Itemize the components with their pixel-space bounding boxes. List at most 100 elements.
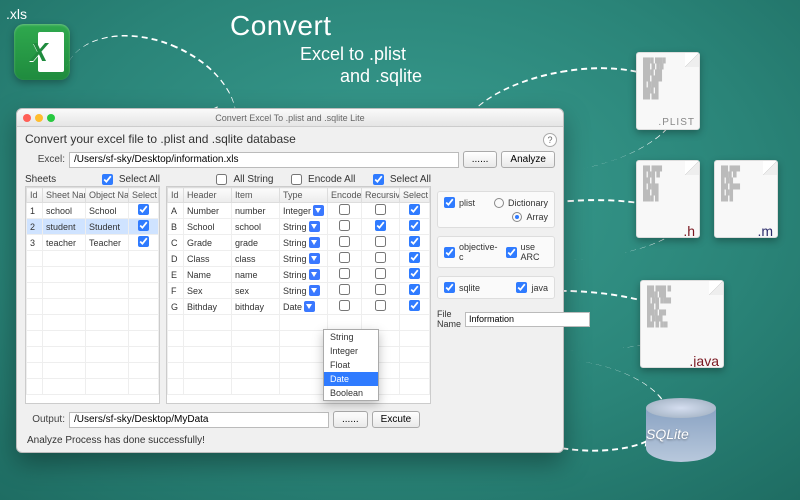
java-checkbox[interactable] (516, 282, 527, 293)
col-select[interactable]: Select (129, 188, 159, 203)
type-dropdown-toggle[interactable] (304, 301, 315, 312)
help-icon[interactable]: ? (543, 133, 557, 147)
promo-subhead-2: and .sqlite (340, 66, 422, 87)
app-window: Convert Excel To .plist and .sqlite Lite… (16, 108, 564, 453)
recursive-checkbox[interactable] (375, 268, 386, 279)
minimize-icon[interactable] (35, 114, 43, 122)
headers-select-all-checkbox[interactable] (373, 174, 384, 185)
objc-option-group: objective-c use ARC (437, 236, 555, 268)
page-subtitle: Convert your excel file to .plist and .s… (17, 127, 563, 148)
table-row[interactable]: CGradegrade String (168, 235, 430, 251)
row-select-checkbox[interactable] (409, 268, 420, 279)
recursive-checkbox[interactable] (375, 220, 386, 231)
hcol-id[interactable]: Id (168, 188, 184, 203)
headers-table: Id Header Item Type Encode Recursive Sel… (166, 186, 431, 404)
recursive-checkbox[interactable] (375, 284, 386, 295)
col-id[interactable]: Id (27, 188, 43, 203)
encode-checkbox[interactable] (339, 220, 350, 231)
type-menu-item[interactable]: Integer (324, 344, 378, 358)
type-menu-item[interactable]: Boolean (324, 386, 378, 400)
recursive-checkbox[interactable] (375, 236, 386, 247)
row-select-checkbox[interactable] (409, 252, 420, 263)
promo-headline: Convert (230, 10, 332, 42)
sqlite-checkbox[interactable] (444, 282, 455, 293)
plist-dictionary-label: Dictionary (508, 198, 548, 208)
encode-checkbox[interactable] (339, 284, 350, 295)
encode-checkbox[interactable] (339, 268, 350, 279)
hcol-type[interactable]: Type (280, 188, 328, 203)
type-menu-item[interactable]: String (324, 330, 378, 344)
row-select-checkbox[interactable] (409, 236, 420, 247)
hcol-recursive[interactable]: Recursive (362, 188, 400, 203)
row-select-checkbox[interactable] (409, 284, 420, 295)
row-select-checkbox[interactable] (409, 220, 420, 231)
type-dropdown-toggle[interactable] (309, 253, 320, 264)
plist-file-icon: ███ █████ █ █████ ████ ████ ██████ ███ █… (636, 52, 700, 130)
output-path-input[interactable] (69, 412, 329, 428)
hcol-select[interactable]: Select (400, 188, 430, 203)
row-select-checkbox[interactable] (138, 236, 149, 247)
table-row[interactable]: 3teacherTeacher (27, 235, 159, 251)
use-arc-checkbox[interactable] (506, 247, 517, 258)
table-row[interactable]: ANumbernumber Integer (168, 203, 430, 219)
recursive-checkbox[interactable] (375, 204, 386, 215)
table-row[interactable]: ENamename String (168, 267, 430, 283)
sheets-section-title: Sheets (25, 174, 56, 185)
hcol-header[interactable]: Header (184, 188, 232, 203)
encode-checkbox[interactable] (339, 300, 350, 311)
encode-all-checkbox[interactable] (291, 174, 302, 185)
analyze-button[interactable]: Analyze (501, 151, 555, 168)
zoom-icon[interactable] (47, 114, 55, 122)
plist-checkbox[interactable] (444, 197, 455, 208)
output-path-label: Output: (25, 414, 65, 425)
type-dropdown-menu[interactable]: StringIntegerFloatDateBoolean (323, 329, 379, 401)
window-titlebar: Convert Excel To .plist and .sqlite Lite (17, 109, 563, 127)
table-row[interactable]: FSexsex String (168, 283, 430, 299)
plist-dictionary-radio[interactable] (494, 198, 504, 208)
type-dropdown-toggle[interactable] (309, 221, 320, 232)
execute-button[interactable]: Excute (372, 411, 421, 428)
table-row[interactable]: DClassclass String (168, 251, 430, 267)
encode-all-label: Encode All (308, 174, 355, 185)
hcol-encode[interactable]: Encode (328, 188, 362, 203)
excel-path-label: Excel: (25, 154, 65, 165)
col-sheet-name[interactable]: Sheet Name (43, 188, 86, 203)
table-row[interactable]: BSchoolschool String (168, 219, 430, 235)
encode-checkbox[interactable] (339, 236, 350, 247)
xls-extension-label: .xls (6, 6, 27, 22)
recursive-checkbox[interactable] (375, 252, 386, 263)
row-select-checkbox[interactable] (409, 204, 420, 215)
java-file-icon: ██ ███ ████ ███ ██ █████ ████ ███ █████ … (640, 280, 724, 368)
filename-input[interactable] (465, 312, 590, 327)
row-select-checkbox[interactable] (138, 220, 149, 231)
hcol-item[interactable]: Item (232, 188, 280, 203)
col-object-name[interactable]: Object Name (86, 188, 129, 203)
java-label: java (531, 283, 548, 293)
h-file-icon: ██ ████ ██ ███ ██ █████ █████ █ .h (636, 160, 700, 238)
type-dropdown-toggle[interactable] (313, 205, 324, 216)
type-menu-item[interactable]: Float (324, 358, 378, 372)
browse-excel-button[interactable]: ...... (463, 151, 498, 168)
type-dropdown-toggle[interactable] (309, 269, 320, 280)
excel-path-input[interactable] (69, 152, 459, 168)
plist-array-radio[interactable] (512, 212, 522, 222)
type-dropdown-toggle[interactable] (309, 237, 320, 248)
table-row[interactable]: GBithdaybithday Date (168, 299, 430, 315)
type-menu-item[interactable]: Date (324, 372, 378, 386)
close-icon[interactable] (23, 114, 31, 122)
sqlite-label: sqlite (459, 283, 480, 293)
objc-checkbox[interactable] (444, 247, 455, 258)
all-string-checkbox[interactable] (216, 174, 227, 185)
sheets-select-all-checkbox[interactable] (102, 174, 113, 185)
table-row[interactable]: 1schoolSchool (27, 203, 159, 219)
type-dropdown-toggle[interactable] (309, 285, 320, 296)
status-message: Analyze Process has done successfully! (17, 431, 563, 452)
recursive-checkbox[interactable] (375, 300, 386, 311)
table-row[interactable]: 2studentStudent (27, 219, 159, 235)
sqlite-option-group: sqlite java (437, 276, 555, 299)
row-select-checkbox[interactable] (409, 300, 420, 311)
browse-output-button[interactable]: ...... (333, 411, 368, 428)
row-select-checkbox[interactable] (138, 204, 149, 215)
encode-checkbox[interactable] (339, 252, 350, 263)
encode-checkbox[interactable] (339, 204, 350, 215)
